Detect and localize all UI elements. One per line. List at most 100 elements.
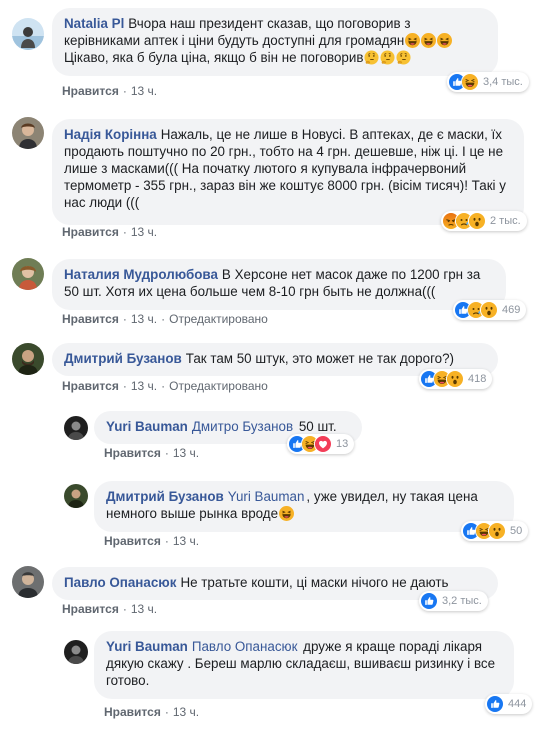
reply-author[interactable]: Дмитрий Бузанов [106,489,224,504]
reaction-count: 50 [510,525,523,537]
thinking-emoji-icon [364,50,379,65]
avatar[interactable] [12,343,44,375]
comment-author[interactable]: Надія Корінна [64,127,157,142]
separator-dot: · [122,84,127,98]
comment-text: Не тратьте кошти, ці маски нічого не даю… [180,575,449,590]
comment-bubble: Надія Корінна Нажаль, це не лише в Новусі… [52,119,524,225]
reaction-count: 3,2 тыс. [442,595,482,607]
like-reaction-icon [420,592,438,610]
like-link[interactable]: Нравится [62,225,119,239]
comment-author[interactable]: Natalia Pl [64,16,124,31]
like-link[interactable]: Нравится [62,312,119,326]
comment-bubble: Yuri Bauman Павло Опанасюк друже я краще … [94,631,514,699]
like-link[interactable]: Нравится [62,602,119,616]
haha-reaction-icon [461,73,479,91]
comment-actions: Нравится · 13 ч. [104,446,199,460]
separator-dot: · [161,312,166,326]
reaction-count: 469 [502,304,521,316]
reply-item: Yuri Bauman Дмитро Бузанов 50 шт. 13 Нрав… [0,405,553,470]
reaction-summary[interactable]: 13 [287,434,355,454]
comment-time[interactable]: 13 ч. [131,84,157,98]
reply-author[interactable]: Yuri Bauman [106,639,188,654]
separator-dot: · [164,534,169,548]
reply-text: 50 шт. [298,419,337,434]
like-link[interactable]: Нравится [104,446,161,460]
mention-link[interactable]: Дмитро Бузанов [192,419,293,434]
reaction-summary[interactable]: 418 [419,369,493,389]
comment-item: Дмитрий Бузанов Так там 50 штук, это може… [0,335,553,405]
reaction-count: 3,4 тыс. [483,76,523,88]
reaction-summary[interactable]: 50 [461,521,529,541]
wow-reaction-icon [488,522,506,540]
comment-author[interactable]: Наталия Мудролюбова [64,267,218,282]
comment-item: Наталия Мудролюбова В Херсоне нет масок д… [0,245,553,335]
laughing-emoji-icon [405,33,420,48]
reaction-summary[interactable]: 444 [485,694,533,714]
reply-author[interactable]: Yuri Bauman [106,419,188,434]
comment-time[interactable]: 13 ч. [173,534,199,548]
reaction-count: 418 [468,373,487,385]
comment-time[interactable]: 13 ч. [173,705,199,719]
laughing-emoji-icon [421,33,436,48]
comment-time[interactable]: 13 ч. [131,602,157,616]
comment-bubble: Наталия Мудролюбова В Херсоне нет масок д… [52,259,506,310]
like-link[interactable]: Нравится [62,84,119,98]
comment-time[interactable]: 13 ч. [131,312,157,326]
love-reaction-icon [314,435,332,453]
comment-bubble: Natalia Pl Вчора наш президент сказав, що… [52,8,498,76]
avatar[interactable] [12,18,44,50]
comment-actions: Нравится · 13 ч. [62,225,157,239]
avatar[interactable] [12,258,44,290]
separator-dot: · [122,312,127,326]
edited-label[interactable]: Отредактировано [169,312,268,326]
comment-actions: Нравится · 13 ч. [104,534,199,548]
separator-dot: · [164,446,169,460]
separator-dot: · [122,602,127,616]
avatar[interactable] [64,416,88,440]
separator-dot: · [122,225,127,239]
laughing-emoji-icon [279,506,294,521]
separator-dot: · [161,379,166,393]
like-reaction-icon [486,695,504,713]
separator-dot: · [122,379,127,393]
comment-actions: Нравится · 13 ч. [104,705,199,719]
avatar[interactable] [64,484,88,508]
reply-item: Дмитрий Бузанов Yuri Bauman, уже увидел, … [0,470,553,558]
comment-time[interactable]: 13 ч. [173,446,199,460]
avatar[interactable] [64,640,88,664]
like-link[interactable]: Нравится [62,379,119,393]
reaction-count: 13 [336,438,349,450]
reaction-summary[interactable]: 3,4 тыс. [447,72,529,92]
thinking-emoji-icon [396,50,411,65]
laughing-emoji-icon [437,33,452,48]
reaction-summary[interactable]: 2 тыс. [441,211,527,231]
comment-actions: Нравится · 13 ч. · Отредактировано [62,312,268,326]
reaction-summary[interactable]: 3,2 тыс. [419,591,488,611]
comment-author[interactable]: Павло Опанасюк [64,575,176,590]
avatar[interactable] [12,117,44,149]
mention-link[interactable]: Павло Опанасюк [192,639,298,654]
reaction-count: 444 [508,698,527,710]
comment-item: Natalia Pl Вчора наш президент сказав, що… [0,0,553,105]
comment-time[interactable]: 13 ч. [131,225,157,239]
comment-author[interactable]: Дмитрий Бузанов [64,351,182,366]
avatar[interactable] [12,566,44,598]
reaction-count: 2 тыс. [490,215,521,227]
comment-text-line2: Цікаво, яка б була ціна, якщо б він не п… [64,50,364,65]
comment-text: Так там 50 штук, это может не так дорого… [185,351,455,366]
like-link[interactable]: Нравится [104,705,161,719]
comment-actions: Нравится · 13 ч. [62,84,157,98]
reply-item: Yuri Bauman Павло Опанасюк друже я краще … [0,628,553,733]
edited-label[interactable]: Отредактировано [169,379,268,393]
comment-item: Надія Корінна Нажаль, це не лише в Новусі… [0,105,553,245]
thinking-emoji-icon [380,50,395,65]
reaction-summary[interactable]: 469 [453,300,527,320]
comment-item: Павло Опанасюк Не тратьте кошти, ці маски… [0,558,553,628]
wow-reaction-icon [468,212,486,230]
comment-bubble: Дмитрий Бузанов Yuri Bauman, уже увидел, … [94,481,514,532]
comment-time[interactable]: 13 ч. [131,379,157,393]
mention-link[interactable]: Yuri Bauman [228,489,305,504]
like-link[interactable]: Нравится [104,534,161,548]
separator-dot: · [164,705,169,719]
comment-actions: Нравится · 13 ч. [62,602,157,616]
